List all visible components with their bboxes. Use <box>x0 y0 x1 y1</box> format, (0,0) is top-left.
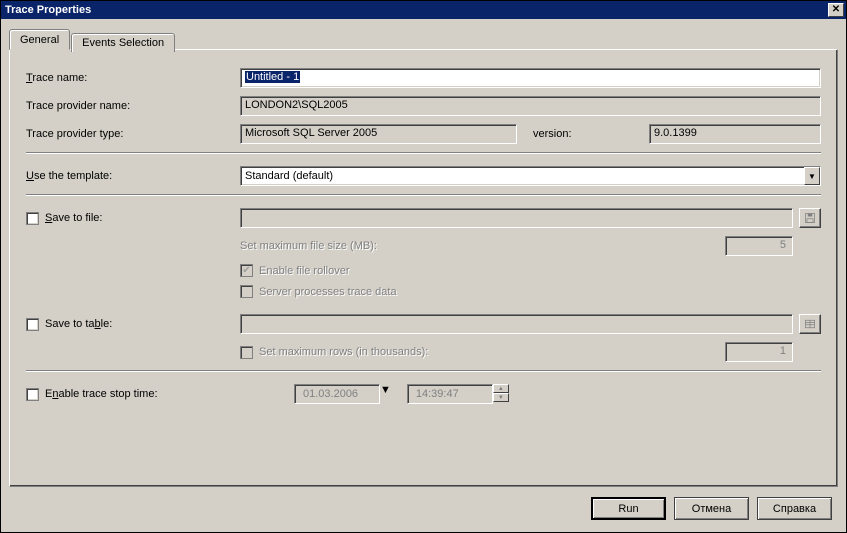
provider-name-value: LONDON2\SQL2005 <box>245 99 348 111</box>
trace-name-value: Untitled - 1 <box>245 71 300 83</box>
trace-name-input[interactable]: Untitled - 1 <box>240 68 821 88</box>
max-file-size-box: 5 <box>725 236 793 256</box>
label-max-file-size: Set maximum file size (MB): <box>240 240 725 252</box>
separator <box>26 194 821 196</box>
label-trace-name: Trace name: <box>26 72 240 84</box>
stop-time-value: 14:39:47 <box>412 388 488 400</box>
save-to-file-row: Save to file: <box>26 212 240 225</box>
label-enable-stop-time: Enable trace stop time: <box>45 388 158 400</box>
provider-type-value: Microsoft SQL Server 2005 <box>245 127 377 139</box>
label-server-processes: Server processes trace data <box>259 286 397 298</box>
stop-date-picker: 01.03.2006 ▼ <box>294 384 391 404</box>
max-rows-value: 1 <box>780 345 786 357</box>
run-button[interactable]: Run <box>591 497 666 520</box>
save-table-box <box>240 314 793 334</box>
save-to-table-row: Save to table: <box>26 318 240 331</box>
template-combo[interactable]: Standard (default) ▼ <box>240 166 821 186</box>
provider-type-box: Microsoft SQL Server 2005 <box>240 124 517 144</box>
dialog-window: Trace Properties ✕ General Events Select… <box>0 0 847 533</box>
save-icon <box>804 212 816 224</box>
enable-stop-time-checkbox[interactable] <box>26 388 39 401</box>
spin-down-icon: ▼ <box>493 393 509 402</box>
server-processes-checkbox <box>240 285 253 298</box>
max-rows-box: 1 <box>725 342 793 362</box>
save-to-file-checkbox[interactable] <box>26 212 39 225</box>
version-value: 9.0.1399 <box>654 127 697 139</box>
spin-up-icon: ▲ <box>493 384 509 393</box>
stop-date-value: 01.03.2006 <box>299 388 375 400</box>
client-area: General Events Selection Trace name: Unt… <box>1 19 846 532</box>
table-icon <box>804 318 816 330</box>
tab-events-selection[interactable]: Events Selection <box>71 33 175 52</box>
chevron-down-icon: ▼ <box>380 384 391 404</box>
label-enable-rollover: Enable file rollover <box>259 265 350 277</box>
max-file-size-value: 5 <box>780 239 786 251</box>
close-button[interactable]: ✕ <box>828 3 844 17</box>
save-to-table-checkbox[interactable] <box>26 318 39 331</box>
browse-table-button[interactable] <box>799 314 821 334</box>
chevron-down-icon[interactable]: ▼ <box>804 167 820 185</box>
tab-events-label: Events Selection <box>82 37 164 49</box>
separator <box>26 370 821 372</box>
save-file-path-box <box>240 208 793 228</box>
close-icon: ✕ <box>832 5 840 15</box>
label-provider-type: Trace provider type: <box>26 128 240 140</box>
help-button[interactable]: Справка <box>757 497 832 520</box>
max-rows-checkbox <box>240 346 253 359</box>
tab-general-label: General <box>20 34 59 46</box>
label-save-to-file: Save to file: <box>45 212 102 224</box>
enable-rollover-checkbox: ✔ <box>240 264 253 277</box>
window-title: Trace Properties <box>5 4 828 16</box>
tab-panel-general: Trace name: Untitled - 1 Trace provider … <box>9 49 838 487</box>
tab-general[interactable]: General <box>9 29 70 50</box>
version-box: 9.0.1399 <box>649 124 821 144</box>
cancel-button[interactable]: Отмена <box>674 497 749 520</box>
browse-file-button[interactable] <box>799 208 821 228</box>
label-save-to-table: Save to table: <box>45 318 112 330</box>
tabstrip: General Events Selection <box>9 27 838 49</box>
stop-time-picker: 14:39:47 ▲ ▼ <box>407 384 509 404</box>
titlebar: Trace Properties ✕ <box>1 1 846 19</box>
provider-name-box: LONDON2\SQL2005 <box>240 96 821 116</box>
label-provider-name: Trace provider name: <box>26 100 240 112</box>
label-max-rows: Set maximum rows (in thousands): <box>259 346 725 358</box>
button-bar: Run Отмена Справка <box>9 487 838 524</box>
label-use-template: Use the template: <box>26 170 240 182</box>
separator <box>26 152 821 154</box>
label-version: version: <box>523 128 643 140</box>
template-value: Standard (default) <box>241 168 804 184</box>
